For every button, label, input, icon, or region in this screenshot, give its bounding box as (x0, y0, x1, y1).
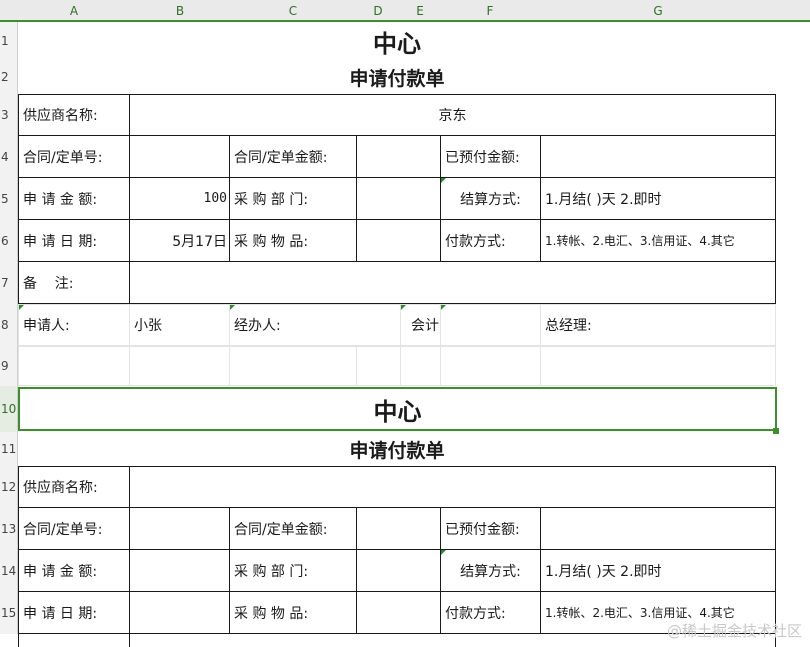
form2-apply-date-label[interactable]: 申 请 日 期: (18, 591, 130, 634)
form1-settle-value[interactable]: 1.月结( )天 2.即时 (540, 177, 776, 220)
form2-contract-no-label[interactable]: 合同/定单号: (18, 507, 130, 550)
form2-contract-amount-label[interactable]: 合同/定单金额: (229, 507, 357, 550)
empty-cell[interactable] (229, 346, 357, 386)
row-header-2[interactable]: 2 (0, 60, 18, 94)
form1-apply-amount-label[interactable]: 申 请 金 额: (18, 177, 130, 220)
form2-contract-no-value[interactable] (129, 507, 230, 550)
form2-prepaid-label[interactable]: 已预付金额: (440, 507, 541, 550)
empty-cell[interactable] (400, 346, 441, 386)
row-header-14[interactable]: 14 (0, 550, 18, 592)
form1-pay-method-value[interactable]: 1.转帐、2.电汇、3.信用证、4.其它 (540, 219, 776, 262)
row-header-3[interactable]: 3 (0, 94, 18, 136)
form2-subtitle[interactable]: 申请付款单 (18, 432, 776, 466)
row-header-1[interactable]: 1 (0, 22, 18, 60)
form2-settle-label[interactable]: 结算方式: (440, 549, 541, 592)
empty-cell[interactable] (18, 346, 130, 386)
form1-prepaid-value[interactable] (540, 135, 776, 178)
empty-cell[interactable] (129, 346, 230, 386)
form1-supplier-label[interactable]: 供应商名称: (18, 94, 130, 136)
col-header-f[interactable]: F (440, 0, 540, 22)
form1-purchase-dept-label[interactable]: 采 购 部 门: (229, 177, 357, 220)
form2-purchase-dept-label[interactable]: 采 购 部 门: (229, 549, 357, 592)
form2-pay-method-label[interactable]: 付款方式: (440, 591, 541, 634)
comment-marker-icon (230, 305, 235, 310)
form1-purchase-dept-value[interactable] (356, 177, 441, 220)
empty-cell[interactable] (540, 346, 776, 386)
form1-apply-date-label[interactable]: 申 请 日 期: (18, 219, 130, 262)
row-header-15[interactable]: 15 (0, 592, 18, 634)
accountant-label[interactable]: 会计 (400, 304, 441, 346)
col-header-d[interactable]: D (356, 0, 400, 22)
form2-prepaid-value[interactable] (540, 507, 776, 550)
watermark: @稀土掘金技术社区 (666, 622, 802, 640)
form2-purchase-item-value[interactable] (356, 591, 441, 634)
form1-supplier-value[interactable]: 京东 (129, 94, 776, 136)
applicant-value[interactable]: 小张 (129, 304, 230, 346)
handler-label[interactable]: 经办人: (229, 304, 401, 346)
form1-contract-amount-value[interactable] (356, 135, 441, 178)
accountant-value[interactable] (440, 304, 541, 346)
form1-pay-method-label[interactable]: 付款方式: (440, 219, 541, 262)
applicant-label[interactable]: 申请人: (18, 304, 130, 346)
form1-settle-label[interactable]: 结算方式: (440, 177, 541, 220)
row-header-12[interactable]: 12 (0, 466, 18, 508)
comment-marker-icon (441, 305, 446, 310)
row-header-11[interactable]: 11 (0, 432, 18, 466)
form1-prepaid-label[interactable]: 已预付金额: (440, 135, 541, 178)
form1-remark-label[interactable]: 备 注: (18, 261, 130, 304)
form2-next-row-cell[interactable] (18, 633, 130, 647)
form1-contract-no-label[interactable]: 合同/定单号: (18, 135, 130, 178)
form1-purchase-item-label[interactable]: 采 购 物 品: (229, 219, 357, 262)
col-header-g[interactable]: G (540, 0, 776, 22)
form2-purchase-dept-value[interactable] (356, 549, 441, 592)
form1-subtitle[interactable]: 申请付款单 (18, 60, 776, 94)
form2-supplier-value[interactable] (129, 466, 776, 508)
comment-marker-icon (19, 305, 24, 310)
comment-marker-icon (401, 305, 406, 310)
form2-settle-value[interactable]: 1.月结( )天 2.即时 (540, 549, 776, 592)
form2-purchase-item-label[interactable]: 采 购 物 品: (229, 591, 357, 634)
form1-apply-date-value[interactable]: 5月17日 (129, 219, 230, 262)
comment-marker-icon (441, 550, 446, 555)
form1-apply-amount-value[interactable]: 100 (129, 177, 230, 220)
row-header-8[interactable]: 8 (0, 304, 18, 346)
form2-apply-amount-value[interactable] (129, 549, 230, 592)
col-header-b[interactable]: B (130, 0, 230, 22)
row-header-7[interactable]: 7 (0, 262, 18, 304)
row-header-13[interactable]: 13 (0, 508, 18, 550)
gm-label[interactable]: 总经理: (540, 304, 776, 346)
form1-purchase-item-value[interactable] (356, 219, 441, 262)
comment-marker-icon (441, 178, 446, 183)
form2-contract-amount-value[interactable] (356, 507, 441, 550)
row-header-10[interactable]: 10 (0, 386, 18, 432)
form1-contract-no-value[interactable] (129, 135, 230, 178)
form1-title[interactable]: 中心 (18, 22, 776, 60)
form1-remark-value[interactable] (129, 261, 776, 304)
row-header-6[interactable]: 6 (0, 220, 18, 262)
form1-contract-amount-label[interactable]: 合同/定单金额: (229, 135, 357, 178)
spreadsheet[interactable]: A B C D E F G 1 2 3 4 5 6 7 8 9 10 11 12… (0, 0, 810, 647)
form2-apply-date-value[interactable] (129, 591, 230, 634)
col-header-c[interactable]: C (230, 0, 356, 22)
col-header-a[interactable]: A (18, 0, 130, 22)
form2-title[interactable]: 中心 (18, 387, 777, 431)
row-header-9[interactable]: 9 (0, 346, 18, 386)
row-header-5[interactable]: 5 (0, 178, 18, 220)
col-header-e[interactable]: E (400, 0, 440, 22)
form2-apply-amount-label[interactable]: 申 请 金 额: (18, 549, 130, 592)
row-header-4[interactable]: 4 (0, 136, 18, 178)
empty-cell[interactable] (440, 346, 541, 386)
form2-supplier-label[interactable]: 供应商名称: (18, 466, 130, 508)
empty-cell[interactable] (356, 346, 401, 386)
